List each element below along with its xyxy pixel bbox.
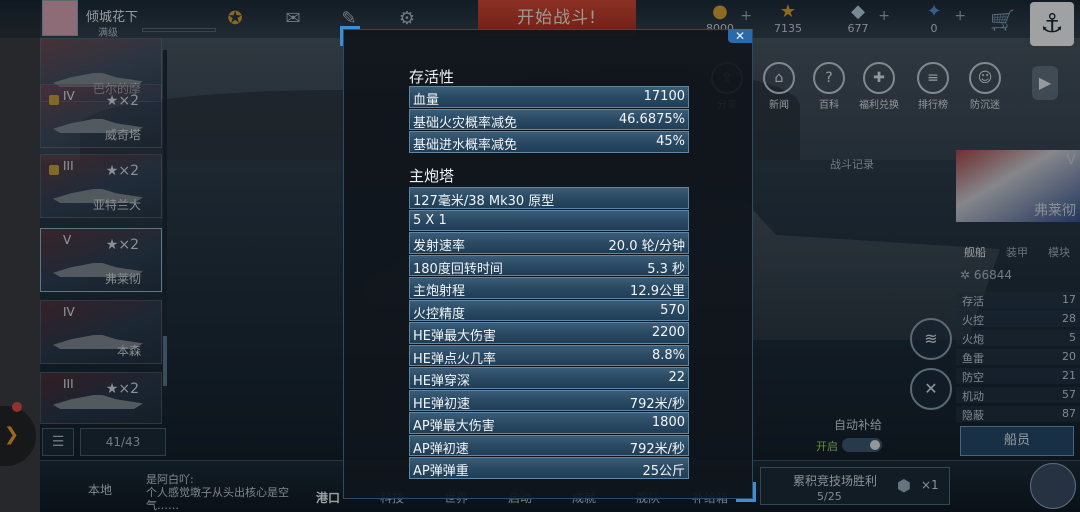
main-turret-section-title: 主炮塔 [409,167,455,185]
table-row: 主炮射程 12.9公里 [409,277,689,300]
table-row: 5 X 1 [409,209,689,232]
row-label: 5 X 1 [413,212,447,228]
frame-corner [736,482,756,502]
row-value: 45% [656,134,685,149]
row-value: 17100 [643,89,685,104]
row-value: 792米/秒 [629,441,685,457]
main-turret-table: 127毫米/38 Mk30 原型 5 X 1 发射速率 20.0 轮/分钟 180… [409,187,689,480]
table-row: AP弹初速 792米/秒 [409,434,689,457]
row-value: 5.3 秒 [647,261,685,277]
ship-stats-dialog: ✕ 存活性 血量 17100 基础火灾概率减免 46.6875% 基础进水概率减免 4… [340,26,756,502]
row-value: 25公斤 [642,464,685,479]
row-label: AP弹最大伤害 [413,419,495,434]
table-row: 发射速率 20.0 轮/分钟 [409,232,689,255]
row-value: 792米/秒 [629,396,685,412]
table-row: AP弹弹重 25公斤 [409,457,689,480]
row-label: AP弹弹重 [413,464,469,479]
table-row: 血量 17100 [409,86,689,109]
row-value: 2200 [651,325,685,340]
row-label: 127毫米/38 Mk30 原型 [413,194,555,209]
row-label: AP弹初速 [413,441,469,457]
table-row: HE弹点火几率 8.8% [409,344,689,367]
row-label: 180度回转时间 [413,261,503,277]
row-value: 8.8% [651,347,685,363]
row-label: 主炮射程 [413,284,466,299]
table-row: AP弹最大伤害 1800 [409,412,689,435]
row-value: 20.0 轮/分钟 [608,239,685,254]
row-label: HE弹点火几率 [413,351,496,367]
row-value: 46.6875% [618,111,685,127]
row-value: 12.9公里 [630,284,685,299]
row-value: 1800 [651,415,685,430]
row-label: HE弹穿深 [413,374,470,389]
table-row: HE弹最大伤害 2200 [409,322,689,345]
row-value: 22 [668,370,685,385]
row-label: 基础进水概率减免 [413,138,518,153]
row-label: 火控精度 [413,306,466,322]
survival-section-title: 存活性 [409,68,455,86]
table-row: 180度回转时间 5.3 秒 [409,254,689,277]
row-label: HE弹初速 [413,396,470,412]
table-row: 基础进水概率减免 45% [409,131,689,154]
table-row: 127毫米/38 Mk30 原型 [409,187,689,210]
close-button[interactable]: ✕ [728,29,752,43]
table-row: HE弹穿深 22 [409,367,689,390]
survival-table: 血量 17100 基础火灾概率减免 46.6875% 基础进水概率减免 45% [409,86,689,154]
row-value: 570 [660,302,685,318]
frame-corner [340,26,360,46]
row-label: HE弹最大伤害 [413,329,496,344]
row-label: 血量 [413,93,440,108]
table-row: 火控精度 570 [409,299,689,322]
table-row: 基础火灾概率减免 46.6875% [409,108,689,131]
row-label: 基础火灾概率减免 [413,115,518,131]
row-label: 发射速率 [413,239,466,254]
table-row: HE弹初速 792米/秒 [409,389,689,412]
